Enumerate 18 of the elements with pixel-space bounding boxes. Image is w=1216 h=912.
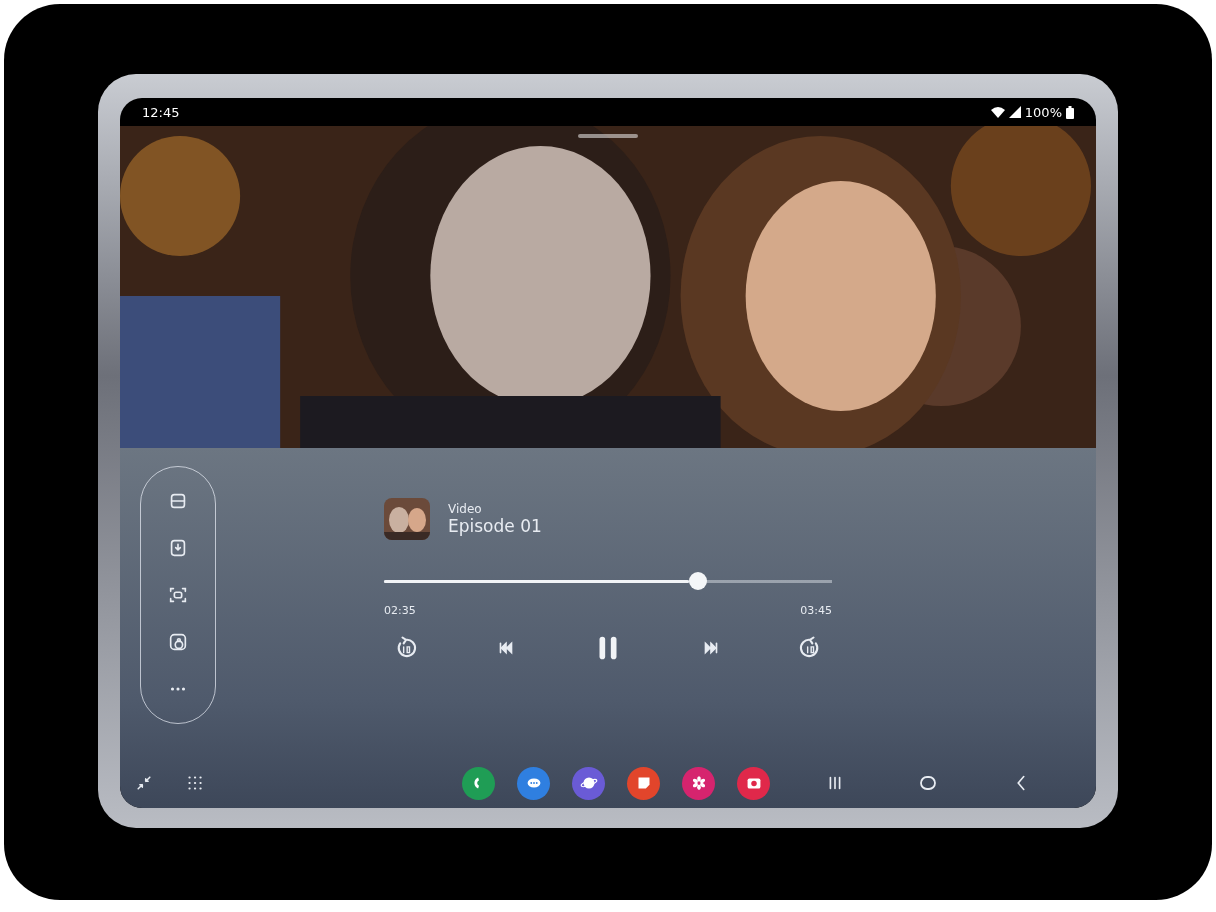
app-icon[interactable] bbox=[682, 766, 715, 800]
app-icon[interactable] bbox=[517, 766, 550, 800]
app-icon[interactable] bbox=[572, 766, 605, 800]
elapsed-time: 02:35 bbox=[384, 604, 416, 617]
drag-handle[interactable] bbox=[578, 134, 638, 138]
battery-level: 100% bbox=[1024, 104, 1062, 120]
app-icon[interactable] bbox=[462, 766, 495, 800]
slider-thumb[interactable] bbox=[688, 572, 707, 590]
wifi-icon bbox=[990, 106, 1005, 118]
progress-fill[interactable] bbox=[384, 579, 689, 583]
clock-time: 12:45 bbox=[142, 104, 180, 120]
app-icon[interactable] bbox=[627, 766, 660, 800]
signal-icon bbox=[1008, 106, 1021, 118]
total-time: 03:45 bbox=[800, 604, 832, 617]
battery-icon bbox=[1066, 105, 1074, 119]
media-label: Video bbox=[448, 502, 483, 516]
app-icon[interactable] bbox=[737, 766, 770, 800]
media-title: Episode 01 bbox=[448, 516, 542, 536]
